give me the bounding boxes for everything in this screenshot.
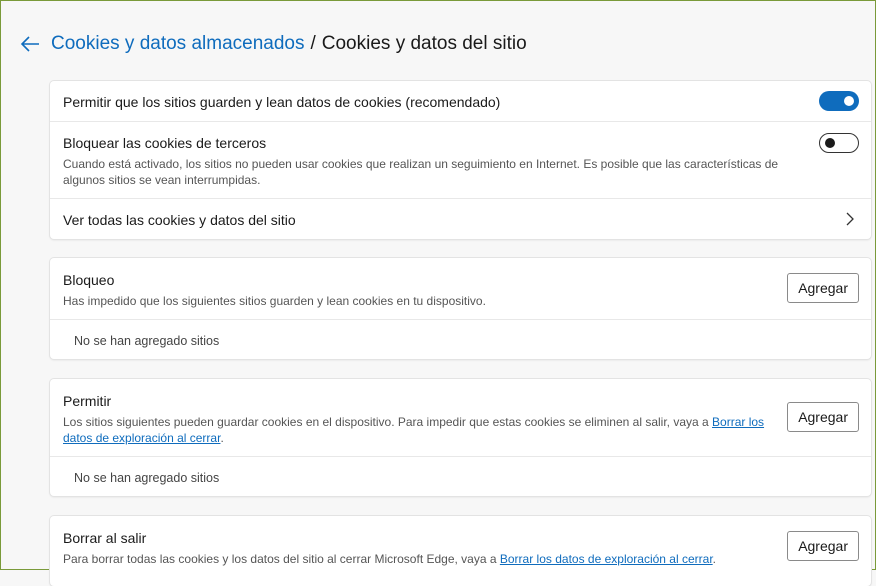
cookie-settings-card: Permitir que los sitios guarden y lean d… <box>50 81 871 239</box>
block-third-party-description: Cuando está activado, los sitios no pued… <box>63 157 779 187</box>
allow-empty-text: No se han agregado sitios <box>74 471 220 485</box>
block-empty-text: No se han agregado sitios <box>74 334 220 348</box>
block-third-party-toggle[interactable] <box>819 133 859 153</box>
clear-on-exit-description-text: Para borrar todas las cookies y los dato… <box>63 552 500 566</box>
allow-cookies-label: Permitir que los sitios guarden y lean d… <box>63 94 501 110</box>
toggle-knob <box>825 138 835 148</box>
toggle-knob <box>844 96 854 106</box>
clear-on-exit-card: Borrar al salir Para borrar todas las co… <box>50 516 871 586</box>
clear-on-exit-header-row: Borrar al salir Para borrar todas las co… <box>50 516 871 586</box>
block-third-party-row: Bloquear las cookies de terceros Cuando … <box>50 122 871 199</box>
chevron-right-icon <box>846 212 854 226</box>
block-add-button[interactable]: Agregar <box>787 273 859 303</box>
page-title: Cookies y datos del sitio <box>321 33 527 54</box>
allow-description: Los sitios siguientes pueden guardar coo… <box>63 414 788 446</box>
allow-title: Permitir <box>63 393 112 409</box>
block-card: Bloqueo Has impedido que los siguientes … <box>50 258 871 359</box>
clear-on-exit-description-end: . <box>712 552 716 566</box>
allow-description-end: . <box>220 431 224 445</box>
back-arrow-icon[interactable] <box>19 33 41 55</box>
clear-on-exit-description: Para borrar todas las cookies y los dato… <box>63 551 788 567</box>
see-all-cookies-row[interactable]: Ver todas las cookies y datos del sitio <box>50 199 871 239</box>
breadcrumb-parent-link[interactable]: Cookies y datos almacenados <box>51 33 304 55</box>
clear-on-exit-title: Borrar al salir <box>63 530 147 546</box>
breadcrumb-separator: / <box>310 33 316 54</box>
allow-cookies-toggle[interactable] <box>819 91 859 111</box>
block-title: Bloqueo <box>63 272 115 288</box>
block-empty-row: No se han agregado sitios <box>50 320 871 360</box>
allow-header-row: Permitir Los sitios siguientes pueden gu… <box>50 379 871 457</box>
allow-add-button[interactable]: Agregar <box>787 402 859 432</box>
allow-cookies-row: Permitir que los sitios guarden y lean d… <box>50 81 871 122</box>
block-description: Has impedido que los siguientes sitios g… <box>63 294 486 308</box>
allow-description-text: Los sitios siguientes pueden guardar coo… <box>63 415 713 429</box>
block-header-row: Bloqueo Has impedido que los siguientes … <box>50 258 871 320</box>
block-third-party-label: Bloquear las cookies de terceros <box>63 135 267 151</box>
allow-empty-row: No se han agregado sitios <box>50 457 871 497</box>
see-all-cookies-label: Ver todas las cookies y datos del sitio <box>63 212 296 228</box>
clear-on-exit-add-button[interactable]: Agregar <box>787 531 859 561</box>
allow-card: Permitir Los sitios siguientes pueden gu… <box>50 379 871 496</box>
clear-on-exit-clear-data-link[interactable]: Borrar los datos de exploración al cerra… <box>500 552 713 566</box>
breadcrumb: Cookies y datos almacenados / Cookies y … <box>19 33 527 55</box>
